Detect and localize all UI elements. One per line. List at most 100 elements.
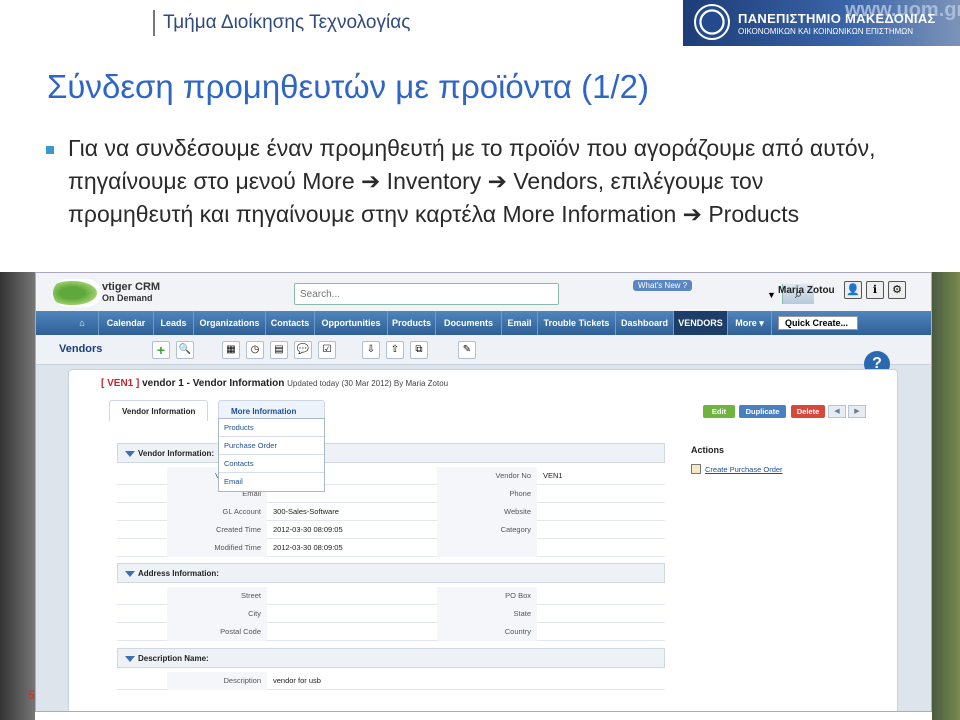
add-icon[interactable]: +: [152, 341, 170, 359]
field-label: Website: [437, 503, 537, 521]
record-title: vendor 1 - Vendor Information: [142, 378, 285, 389]
more-info-dropdown: Products Purchase Order Contacts Email: [218, 418, 325, 492]
field-row: Postal Code Country: [117, 623, 665, 641]
field-label: [437, 539, 537, 557]
field-value[interactable]: 300-Sales-Software: [267, 503, 417, 521]
crm-topbar: vtiger CRMOn Demand ▼ ⌕ What's New ? Mar…: [36, 273, 931, 311]
slide-header: Τμήμα Διοίκησης Τεχνολογίας www.uom.gr Π…: [0, 0, 960, 46]
home-icon[interactable]: ⌂: [66, 311, 99, 335]
nav-vendors[interactable]: VENDORS: [674, 311, 728, 335]
department-name: Τμήμα Διοίκησης Τεχνολογίας: [153, 10, 410, 36]
nav-email[interactable]: Email: [502, 311, 538, 335]
background-strip-right: [932, 272, 960, 720]
section-vendor-information[interactable]: Vendor Information:: [117, 443, 665, 463]
vendor-record-card: [ VEN1 ] vendor 1 - Vendor Information U…: [68, 369, 898, 711]
field-label: PO Box: [437, 587, 537, 605]
field-label: Created Time: [167, 521, 267, 539]
university-banner: www.uom.gr ΠΑΝΕΠΙΣΤΗΜΙΟ ΜΑΚΕΔΟΝΙΑΣ ΟΙΚΟΝ…: [683, 0, 960, 46]
clock-icon[interactable]: ◷: [246, 341, 264, 359]
quick-create-select[interactable]: Quick Create...: [778, 316, 858, 330]
nav-contacts[interactable]: Contacts: [266, 311, 315, 335]
delete-button[interactable]: Delete: [791, 405, 825, 418]
field-label: Modified Time: [167, 539, 267, 557]
field-value[interactable]: 2012-03-30 08:09:05: [267, 521, 417, 539]
section-title: Address Information:: [138, 569, 219, 578]
field-label: Phone: [437, 485, 537, 503]
nav-opportunities[interactable]: Opportunities: [315, 311, 388, 335]
search-input[interactable]: [295, 285, 505, 304]
record-updated: Updated today (30 Mar 2012) By Maria Zot…: [287, 379, 449, 388]
edit-button[interactable]: Edit: [703, 405, 735, 418]
user-profile-icon[interactable]: 👤: [844, 281, 862, 299]
search-dropdown-icon[interactable]: ▼: [767, 290, 776, 300]
field-row: City State: [117, 605, 665, 623]
find-duplicates-icon[interactable]: ⧉: [410, 341, 428, 359]
create-purchase-order-link[interactable]: Create Purchase Order: [705, 465, 783, 474]
chat-icon[interactable]: 💬: [294, 341, 312, 359]
collapse-arrow-icon: [125, 451, 135, 457]
university-name: ΠΑΝΕΠΙΣΤΗΜΙΟ ΜΑΚΕΔΟΝΙΑΣ: [738, 11, 936, 26]
collapse-arrow-icon: [125, 656, 135, 662]
field-label: Vendor No: [437, 467, 537, 485]
search-box[interactable]: ▼ ⌕: [294, 283, 814, 305]
vtiger-logo-icon[interactable]: [53, 279, 101, 307]
collapse-arrow-icon: [125, 571, 135, 577]
nav-organizations[interactable]: Organizations: [194, 311, 266, 335]
checklist-icon[interactable]: ☑: [318, 341, 336, 359]
dropdown-item-contacts[interactable]: Contacts: [219, 455, 324, 473]
university-subtitle: ΟΙΚΟΝΟΜΙΚΩΝ ΚΑΙ ΚΟΙΝΩΝΙΚΩΝ ΕΠΙΣΤΗΜΩΝ: [738, 27, 914, 36]
field-row: Street PO Box: [117, 587, 665, 605]
tab-vendor-information[interactable]: Vendor Information: [109, 400, 209, 421]
search-tool-icon[interactable]: 🔍: [176, 341, 194, 359]
dropdown-item-products[interactable]: Products: [219, 419, 324, 437]
info-icon[interactable]: ℹ: [866, 281, 884, 299]
background-strip-left: [0, 272, 35, 720]
crm-navbar: ⌂ Calendar Leads Organizations Contacts …: [36, 311, 931, 335]
bullet-text: Για να συνδέσουμε έναν προμηθευτή με το …: [68, 135, 876, 227]
field-label: Postal Code: [167, 623, 267, 641]
nav-documents[interactable]: Documents: [436, 311, 502, 335]
field-value[interactable]: vendor for usb: [267, 672, 467, 690]
field-label: GL Account: [167, 503, 267, 521]
university-seal-icon: [694, 4, 730, 40]
actions-title: Actions: [691, 445, 725, 455]
next-record-icon[interactable]: ▶: [848, 405, 866, 418]
import-icon[interactable]: ⇩: [362, 341, 380, 359]
field-label: State: [437, 605, 537, 623]
tools-icon[interactable]: ✎: [458, 341, 476, 359]
field-row: GL Account 300-Sales-Software Website: [117, 503, 665, 521]
crm-screenshot: vtiger CRMOn Demand ▼ ⌕ What's New ? Mar…: [35, 272, 932, 712]
whats-new-link[interactable]: What's New ?: [633, 280, 693, 291]
calendar-icon[interactable]: ▦: [222, 341, 240, 359]
dropdown-item-purchase-order[interactable]: Purchase Order: [219, 437, 324, 455]
logo-line2: On Demand: [102, 293, 153, 303]
record-id: [ VEN1 ]: [101, 378, 140, 389]
nav-trouble-tickets[interactable]: Trouble Tickets: [538, 311, 616, 335]
section-description[interactable]: Description Name:: [117, 648, 665, 668]
settings-gear-icon[interactable]: ⚙: [888, 281, 906, 299]
module-title[interactable]: Vendors: [59, 343, 102, 355]
logo-line1: vtiger CRM: [102, 281, 161, 293]
section-address-information[interactable]: Address Information:: [117, 563, 665, 583]
field-value[interactable]: 2012-03-30 08:09:05: [267, 539, 417, 557]
previous-record-icon[interactable]: ◀: [828, 405, 846, 418]
user-name[interactable]: Maria Zotou: [778, 285, 835, 296]
section-title: Description Name:: [138, 654, 209, 663]
field-label: Country: [437, 623, 537, 641]
field-value[interactable]: VEN1: [537, 467, 687, 485]
field-row: Email Phone: [117, 485, 665, 503]
dropdown-item-email[interactable]: Email: [219, 473, 324, 491]
purchase-order-icon: [691, 464, 701, 474]
export-icon[interactable]: ⇧: [386, 341, 404, 359]
section-title: Vendor Information:: [138, 449, 214, 458]
nav-dashboard[interactable]: Dashboard: [616, 311, 674, 335]
nav-more[interactable]: More ▾: [728, 311, 772, 335]
field-row: Created Time 2012-03-30 08:09:05 Category: [117, 521, 665, 539]
calculator-icon[interactable]: ▤: [270, 341, 288, 359]
nav-leads[interactable]: Leads: [154, 311, 194, 335]
duplicate-button[interactable]: Duplicate: [739, 405, 786, 418]
nav-products[interactable]: Products: [388, 311, 436, 335]
field-row: Vendor NameVendor NoVEN1: [117, 467, 665, 485]
nav-calendar[interactable]: Calendar: [99, 311, 154, 335]
slide-number: 5: [28, 688, 35, 702]
